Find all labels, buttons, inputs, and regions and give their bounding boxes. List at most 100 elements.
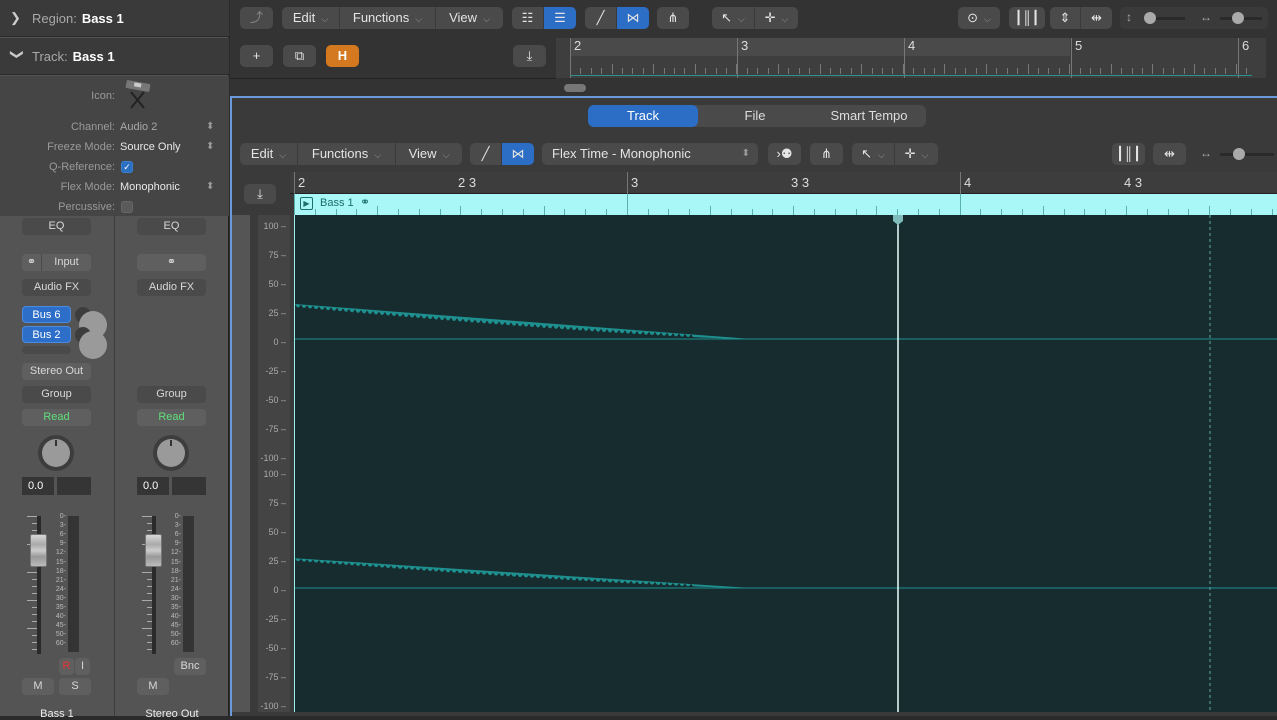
flex-mode-select[interactable]: Flex Time - Monophonic ⬍ [542, 143, 758, 165]
menu-label: Functions [352, 10, 410, 25]
pan-knob[interactable] [38, 435, 74, 471]
automation-icon[interactable]: ╱ [470, 143, 502, 165]
horizontal-zoom-handle[interactable] [1232, 12, 1244, 24]
flex-icon[interactable]: ⋈ [502, 143, 534, 165]
region-tick [460, 206, 462, 215]
ruler-tick [830, 68, 831, 74]
param-flex-mode[interactable]: Flex Mode: Monophonic ⬍ [0, 177, 229, 197]
region-header[interactable]: ▶ Bass 1 ⚭ [294, 194, 1277, 215]
tab-smart-tempo[interactable]: Smart Tempo [812, 105, 926, 127]
solo-button[interactable]: S [59, 678, 91, 695]
editor-menu-view[interactable]: View ⌵ [396, 143, 462, 165]
editor-menu-edit[interactable]: Edit ⌵ [240, 143, 298, 165]
meter-scale-label: 6- [59, 531, 66, 539]
eq-button[interactable]: EQ [137, 218, 206, 235]
send-level-knob[interactable] [75, 327, 107, 359]
q-reference-checkbox[interactable]: ✓ [121, 161, 133, 173]
horizontal-zoom-slider[interactable] [1220, 153, 1274, 156]
duplicate-track-icon[interactable]: ⧉ [283, 45, 316, 67]
track-parameters: Icon: Channel: Audio 2 ⬍ Freeze Mode: So… [0, 76, 229, 216]
volume-fader-handle[interactable] [30, 534, 47, 567]
empty-send-slot[interactable] [22, 346, 71, 354]
region-inspector-header[interactable]: ❯ Region: Bass 1 [0, 0, 229, 37]
automation-mode-button[interactable]: Read [22, 409, 91, 426]
horizontal-fit-icon[interactable]: ⇹ [1081, 7, 1112, 29]
waveform-display[interactable] [294, 215, 1277, 712]
catch-content-icon[interactable]: ⤓ [513, 45, 546, 67]
send-bus-2[interactable]: Bus 2 [22, 326, 71, 343]
input-slot[interactable]: ⚭ Input [22, 254, 91, 271]
main-ruler[interactable]: 2 3 4 5 6 [556, 38, 1266, 78]
param-channel[interactable]: Channel: Audio 2 ⬍ [0, 117, 229, 137]
snap-icon[interactable]: ⊙ ⌵ [958, 7, 1000, 29]
hide-button[interactable]: H [326, 45, 359, 67]
stepper-icon[interactable]: ⬍ [206, 177, 214, 197]
add-track-button[interactable]: + [240, 45, 273, 67]
keyboard-stand-icon[interactable] [122, 78, 156, 112]
region-tick [876, 206, 878, 215]
flex-icon[interactable]: ⋈ [617, 7, 649, 29]
audio-fx-slot[interactable]: Audio FX [137, 279, 206, 296]
mute-button[interactable]: M [137, 678, 169, 695]
region-tick [1209, 206, 1211, 215]
stepper-icon[interactable]: ⬍ [206, 137, 214, 157]
play-icon[interactable]: ▶ [300, 197, 313, 210]
list-view-icon[interactable]: ☰ [544, 7, 576, 29]
eq-button[interactable]: EQ [22, 218, 91, 235]
automation-icon[interactable]: ╱ [585, 7, 617, 29]
audio-fx-slot[interactable]: Audio FX [22, 279, 91, 296]
waveform-zoom-icon[interactable]: ┃║┃ [1009, 7, 1045, 29]
send-bus-6[interactable]: Bus 6 [22, 306, 71, 323]
grid-view-icon[interactable]: ☷ [512, 7, 544, 29]
back-icon[interactable]: ⤴ [240, 7, 273, 29]
percussive-checkbox[interactable] [121, 201, 133, 213]
vertical-zoom-handle[interactable] [1144, 12, 1156, 24]
tab-file[interactable]: File [698, 105, 812, 127]
group-button[interactable]: Group [22, 386, 91, 403]
vertical-fit-icon[interactable]: ⇕ [1050, 7, 1081, 29]
flex-marker-handle[interactable] [893, 215, 903, 225]
amplitude-label: 75 – [268, 498, 286, 508]
pointer-tool-icon[interactable]: ↖ ⌵ [852, 143, 895, 165]
zoom-sliders: ↕ ↔ [1120, 7, 1268, 29]
output-button[interactable]: Stereo Out [22, 363, 91, 380]
pan-value[interactable]: 0.0 [22, 477, 54, 495]
menu-view[interactable]: View ⌵ [436, 7, 503, 29]
marquee-tool-icon[interactable]: ✛ ⌵ [755, 7, 798, 29]
horizontal-fit-icon[interactable]: ⇹ [1153, 143, 1186, 165]
waveform-zoom-icon[interactable]: ┃║┃ [1112, 143, 1145, 165]
send-level-knob[interactable] [75, 307, 107, 339]
ruler-bar-line [294, 172, 295, 194]
param-freeze-mode[interactable]: Freeze Mode: Source Only ⬍ [0, 137, 229, 157]
automation-mode-button[interactable]: Read [137, 409, 206, 426]
bounce-button[interactable]: Bnc [174, 658, 206, 675]
midi-in-icon[interactable]: ›⚉ [768, 143, 801, 165]
editor-ruler[interactable]: 2 2 3 3 3 3 4 4 3 [290, 172, 1277, 194]
track-inspector-header[interactable]: ❯ Track: Bass 1 [0, 38, 229, 75]
menu-functions[interactable]: Functions ⌵ [340, 7, 436, 29]
catch-content-icon[interactable]: ⤓ [244, 184, 276, 204]
catch-icon[interactable]: ⋔ [657, 7, 689, 29]
horizontal-scrollbar[interactable] [564, 84, 586, 92]
menu-edit[interactable]: Edit ⌵ [282, 7, 340, 29]
horizontal-zoom-icon: ↔ [1200, 146, 1212, 160]
input-monitor-button[interactable]: I [75, 658, 90, 675]
pan-value[interactable]: 0.0 [137, 477, 169, 495]
marquee-tool-icon[interactable]: ✛ ⌵ [895, 143, 938, 165]
ruler-position-label: 4 [964, 175, 972, 190]
horizontal-zoom-handle[interactable] [1233, 148, 1245, 160]
catch-icon[interactable]: ⋔ [810, 143, 843, 165]
pointer-tool-icon[interactable]: ↖ ⌵ [712, 7, 755, 29]
volume-fader-handle[interactable] [145, 534, 162, 567]
stereo-link-icon[interactable]: ⚭ [137, 254, 206, 271]
ruler-tick [1162, 68, 1164, 74]
region-tick [959, 194, 961, 215]
meter-scale-label: 0- [59, 513, 66, 520]
group-button[interactable]: Group [137, 386, 206, 403]
mute-button[interactable]: M [22, 678, 54, 695]
stepper-icon[interactable]: ⬍ [206, 117, 214, 137]
editor-menu-functions[interactable]: Functions ⌵ [298, 143, 396, 165]
tab-track[interactable]: Track [588, 105, 698, 127]
record-enable-button[interactable]: R [59, 658, 74, 675]
pan-knob[interactable] [153, 435, 189, 471]
